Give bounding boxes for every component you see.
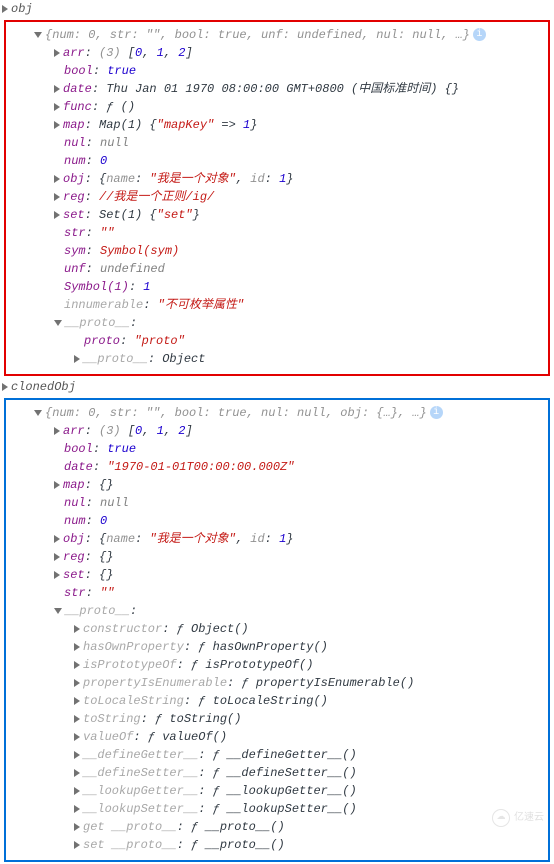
chevron-right-icon: [54, 85, 60, 93]
obj-summary: {num: 0, str: "", bool: true, unf: undef…: [45, 28, 470, 42]
proto-lookupSetter[interactable]: __lookupSetter__: ƒ __lookupSetter__(): [8, 800, 546, 818]
proto-protoObject[interactable]: __proto__: Object: [8, 350, 546, 368]
chevron-right-icon: [54, 535, 60, 543]
chevron-right-icon: [74, 823, 80, 831]
chevron-right-icon: [2, 383, 8, 391]
clonedObj-summary-row[interactable]: {num: 0, str: "", bool: true, nul: null,…: [8, 404, 546, 422]
proto-setProto[interactable]: set __proto__: ƒ __proto__(): [8, 836, 546, 854]
cprop-obj[interactable]: obj: {name: "我是一个对象", id: 1}: [8, 530, 546, 548]
chevron-right-icon: [74, 625, 80, 633]
chevron-right-icon: [74, 733, 80, 741]
info-icon[interactable]: i: [473, 28, 486, 41]
chevron-right-icon: [74, 805, 80, 813]
obj-header: obj: [11, 2, 33, 16]
cprop-date[interactable]: date: "1970-01-01T00:00:00.000Z": [8, 458, 546, 476]
cprop-nul[interactable]: nul: null: [8, 494, 546, 512]
chevron-right-icon: [54, 49, 60, 57]
chevron-right-icon: [74, 841, 80, 849]
chevron-right-icon: [74, 751, 80, 759]
clonedObj-summary: {num: 0, str: "", bool: true, nul: null,…: [45, 406, 427, 420]
chevron-right-icon: [54, 571, 60, 579]
prop-obj[interactable]: obj: {name: "我是一个对象", id: 1}: [8, 170, 546, 188]
prop-symbol1[interactable]: Symbol(1): 1: [8, 278, 546, 296]
cprop-map[interactable]: map: {}: [8, 476, 546, 494]
chevron-right-icon: [74, 643, 80, 651]
obj-panel: {num: 0, str: "", bool: true, unf: undef…: [4, 20, 550, 376]
prop-nul[interactable]: nul: null: [8, 134, 546, 152]
chevron-down-icon: [34, 32, 42, 38]
chevron-right-icon: [54, 175, 60, 183]
proto-getProto[interactable]: get __proto__: ƒ __proto__(): [8, 818, 546, 836]
prop-bool[interactable]: bool: true: [8, 62, 546, 80]
prop-sym[interactable]: sym: Symbol(sym): [8, 242, 546, 260]
proto-toLocaleString[interactable]: toLocaleString: ƒ toLocaleString(): [8, 692, 546, 710]
chevron-right-icon: [54, 427, 60, 435]
proto-constructor[interactable]: constructor: ƒ Object(): [8, 620, 546, 638]
cprop-set[interactable]: set: {}: [8, 566, 546, 584]
chevron-down-icon: [34, 410, 42, 416]
chevron-right-icon: [54, 211, 60, 219]
chevron-right-icon: [54, 121, 60, 129]
proto-valueOf[interactable]: valueOf: ƒ valueOf(): [8, 728, 546, 746]
proto-toString[interactable]: toString: ƒ toString(): [8, 710, 546, 728]
cprop-str[interactable]: str: "": [8, 584, 546, 602]
prop-str[interactable]: str: "": [8, 224, 546, 242]
proto-propertyIsEnumerable[interactable]: propertyIsEnumerable: ƒ propertyIsEnumer…: [8, 674, 546, 692]
chevron-right-icon: [54, 103, 60, 111]
chevron-right-icon: [74, 355, 80, 363]
cloud-icon: ☁: [492, 809, 510, 827]
proto-isPrototypeOf[interactable]: isPrototypeOf: ƒ isPrototypeOf(): [8, 656, 546, 674]
prop-unf[interactable]: unf: undefined: [8, 260, 546, 278]
proto-lookupGetter[interactable]: __lookupGetter__: ƒ __lookupGetter__(): [8, 782, 546, 800]
prop-func[interactable]: func: ƒ (): [8, 98, 546, 116]
chevron-down-icon: [54, 608, 62, 614]
prop-num[interactable]: num: 0: [8, 152, 546, 170]
cprop-arr[interactable]: arr: (3) [0, 1, 2]: [8, 422, 546, 440]
chevron-right-icon: [74, 787, 80, 795]
chevron-right-icon: [54, 481, 60, 489]
info-icon[interactable]: i: [430, 406, 443, 419]
proto-defineSetter[interactable]: __defineSetter__: ƒ __defineSetter__(): [8, 764, 546, 782]
chevron-right-icon: [54, 553, 60, 561]
prop-map[interactable]: map: Map(1) {"mapKey" => 1}: [8, 116, 546, 134]
prop-innumerable[interactable]: innumerable: "不可枚举属性": [8, 296, 546, 314]
clonedObj-header: clonedObj: [11, 380, 76, 394]
prop-reg[interactable]: reg: //我是一个正则/ig/: [8, 188, 546, 206]
clonedObj-panel: {num: 0, str: "", bool: true, nul: null,…: [4, 398, 550, 862]
obj-header-row[interactable]: obj: [0, 0, 554, 18]
cprop-proto[interactable]: __proto__:: [8, 602, 546, 620]
chevron-right-icon: [74, 679, 80, 687]
proto-defineGetter[interactable]: __defineGetter__: ƒ __defineGetter__(): [8, 746, 546, 764]
obj-summary-row[interactable]: {num: 0, str: "", bool: true, unf: undef…: [8, 26, 546, 44]
proto-hasOwnProperty[interactable]: hasOwnProperty: ƒ hasOwnProperty(): [8, 638, 546, 656]
prop-set[interactable]: set: Set(1) {"set"}: [8, 206, 546, 224]
prop-date[interactable]: date: Thu Jan 01 1970 08:00:00 GMT+0800 …: [8, 80, 546, 98]
cprop-reg[interactable]: reg: {}: [8, 548, 546, 566]
prop-arr[interactable]: arr: (3) [0, 1, 2]: [8, 44, 546, 62]
chevron-right-icon: [74, 697, 80, 705]
chevron-right-icon: [74, 661, 80, 669]
clonedObj-header-row[interactable]: clonedObj: [0, 378, 554, 396]
prop-proto[interactable]: __proto__:: [8, 314, 546, 332]
cprop-num[interactable]: num: 0: [8, 512, 546, 530]
chevron-right-icon: [54, 193, 60, 201]
chevron-right-icon: [74, 769, 80, 777]
watermark: ☁亿速云: [492, 809, 544, 827]
chevron-right-icon: [74, 715, 80, 723]
chevron-right-icon: [2, 5, 8, 13]
cprop-bool[interactable]: bool: true: [8, 440, 546, 458]
chevron-down-icon: [54, 320, 62, 326]
proto-proto[interactable]: proto: "proto": [8, 332, 546, 350]
